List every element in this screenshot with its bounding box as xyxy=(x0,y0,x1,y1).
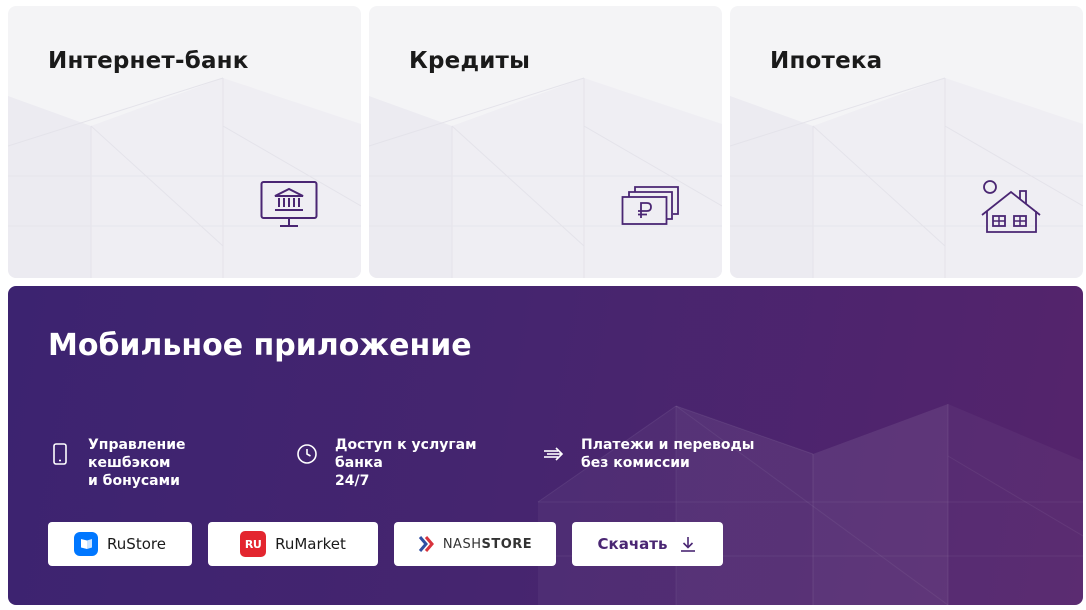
nashstore-label-b: STORE xyxy=(481,536,533,552)
nashstore-button[interactable]: NASH STORE xyxy=(394,522,556,566)
card-background-pattern xyxy=(369,77,722,278)
card-background-pattern xyxy=(8,77,361,278)
rumarket-logo-icon: RU xyxy=(240,531,267,557)
transfer-arrow-icon xyxy=(544,447,564,461)
clock-icon xyxy=(297,444,317,464)
ruble-banknotes-icon xyxy=(621,186,679,225)
rustore-button[interactable]: RuStore xyxy=(48,522,192,566)
feature-text: Управление кешбэком и бонусами xyxy=(88,437,186,489)
rustore-label: RuStore xyxy=(107,535,166,553)
feature-access: Доступ к услугам банка 24/7 xyxy=(295,436,515,490)
card-credits[interactable]: Кредиты xyxy=(369,6,722,278)
rumarket-button[interactable]: RU RuMarket xyxy=(208,522,378,566)
card-mortgage[interactable]: Ипотека xyxy=(730,6,1083,278)
banner-title: Мобильное приложение xyxy=(48,328,472,363)
card-background-pattern xyxy=(730,77,1083,278)
nashstore-logo-icon xyxy=(418,536,434,552)
card-internet-bank[interactable]: Интернет-банк xyxy=(8,6,361,278)
mobile-app-banner: Мобильное приложение Управление кешбэком… xyxy=(8,286,1083,605)
card-title: Ипотека xyxy=(770,48,883,74)
house-icon xyxy=(981,180,1041,233)
feature-payments: Платежи и переводы без комиссии xyxy=(541,436,761,472)
download-icon xyxy=(681,537,696,552)
feature-text: Платежи и переводы без комиссии xyxy=(581,437,755,471)
feature-cashback: Управление кешбэком и бонусами xyxy=(48,436,268,490)
download-button[interactable]: Скачать xyxy=(572,522,723,566)
smartphone-icon xyxy=(53,443,67,465)
card-title: Интернет-банк xyxy=(48,48,249,74)
rumarket-label: RuMarket xyxy=(275,535,346,553)
rustore-logo-icon xyxy=(74,532,99,556)
download-label: Скачать xyxy=(597,535,668,553)
card-title: Кредиты xyxy=(409,48,531,74)
nashstore-label-a: NASH xyxy=(442,536,482,552)
bank-monitor-icon xyxy=(260,181,318,227)
feature-text: Доступ к услугам банка 24/7 xyxy=(335,437,477,489)
